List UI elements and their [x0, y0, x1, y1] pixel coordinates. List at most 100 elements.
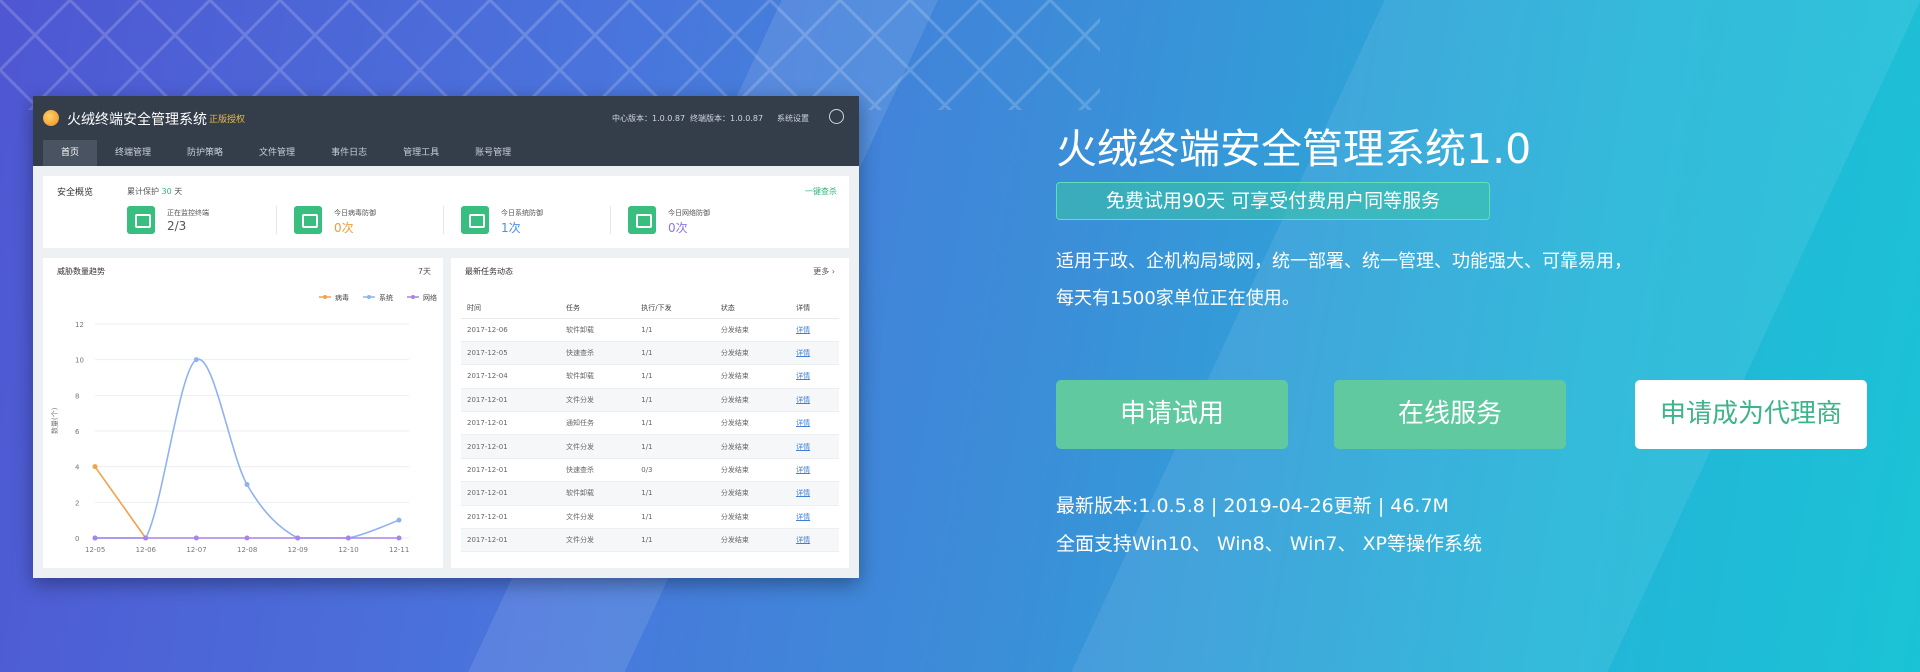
- table-cell: 1/1: [635, 528, 715, 553]
- table-cell: 软件卸载: [560, 364, 636, 389]
- detail-link[interactable]: 详情: [790, 434, 839, 459]
- table-cell: 软件卸载: [560, 481, 636, 506]
- data-point: [396, 535, 402, 541]
- table-cell: 2017-12-01: [461, 505, 561, 530]
- nav-endpoints[interactable]: 终端管理: [97, 140, 169, 166]
- data-point: [244, 482, 250, 487]
- legend-label: 系统: [379, 293, 393, 302]
- table-cell: 2017-12-04: [461, 364, 561, 389]
- detail-link[interactable]: 详情: [790, 341, 839, 366]
- column-header: 任务: [560, 298, 636, 319]
- x-tick-label: 12-07: [186, 546, 206, 554]
- table-cell: 1/1: [635, 505, 715, 530]
- nav-policy[interactable]: 防护策略: [169, 140, 241, 166]
- product-description-line2: 每天有1500家单位正在使用。: [1056, 288, 1300, 309]
- windows-icon: [461, 206, 489, 234]
- table-row: 2017-12-01 文件分发 1/1 分发结束 详情: [461, 505, 839, 530]
- more-link[interactable]: 更多 ›: [813, 266, 835, 277]
- data-point: [193, 535, 199, 541]
- detail-link[interactable]: 详情: [790, 388, 839, 413]
- threat-trend-panel: 威胁数量趋势 7天 0 2 4 6 8 10 12 12-05 12-06 12-07 12-08 1…: [43, 258, 443, 568]
- series-line: [95, 358, 400, 539]
- detail-link[interactable]: 详情: [790, 458, 839, 483]
- x-tick-label: 12-11: [389, 546, 409, 554]
- quick-scan-link[interactable]: 一键查杀: [805, 186, 837, 197]
- protection-days: 累计保护 30 天: [127, 187, 183, 196]
- table-cell: 2017-12-01: [461, 388, 561, 413]
- legend-label: 病毒: [335, 293, 349, 302]
- os-support-info: 全面支持Win10、 Win8、 Win7、 XP等操作系统: [1056, 533, 1483, 555]
- table-cell: 通知任务: [560, 411, 636, 436]
- detail-link[interactable]: 详情: [790, 364, 839, 389]
- divider: [610, 206, 611, 234]
- task-table: 时间 任务 执行/下发 状态 详情 2017-12-06 软件卸载 1/1 分发结束 详情 201…: [461, 298, 839, 553]
- table-cell: 1/1: [635, 341, 715, 366]
- data-point: [143, 535, 149, 541]
- table-row: 2017-12-01 快速查杀 0/3 分发结束 详情: [461, 458, 839, 483]
- apply-trial-button[interactable]: 申请试用: [1056, 380, 1288, 449]
- version-info: 最新版本:1.0.5.8 | 2019-04-26更新 | 46.7M: [1056, 495, 1449, 517]
- nav-accounts[interactable]: 账号管理: [457, 140, 529, 166]
- product-screenshot: 火绒终端安全管理系统 正版授权 中心版本：1.0.0.87 终端版本：1.0.0…: [33, 96, 859, 578]
- security-overview-title: 安全概览: [57, 188, 94, 198]
- table-row: 2017-12-05 快速查杀 1/1 分发结束 详情: [461, 341, 839, 366]
- table-cell: 文件分发: [560, 505, 636, 530]
- license-badge: 正版授权: [209, 115, 246, 125]
- table-cell: 2017-12-01: [461, 481, 561, 506]
- data-point: [396, 517, 402, 523]
- table-cell: 软件卸载: [560, 318, 636, 342]
- task-panel: 最新任务动态 更多 › 时间 任务 执行/下发 状态 详情 2017-12-06 软件卸载…: [451, 258, 849, 568]
- table-cell: 2017-12-01: [461, 434, 561, 459]
- y-tick-label: 2: [75, 499, 79, 507]
- column-header: 时间: [461, 298, 561, 319]
- table-cell: 1/1: [635, 318, 715, 342]
- globe-icon: [628, 206, 656, 234]
- nav-home[interactable]: 首页: [43, 140, 98, 166]
- data-point: [193, 357, 199, 363]
- legend-marker: [323, 295, 327, 299]
- nav-logs[interactable]: 事件日志: [313, 140, 385, 166]
- app-header: 火绒终端安全管理系统 正版授权 中心版本：1.0.0.87 终端版本：1.0.0…: [33, 96, 859, 166]
- nav-files[interactable]: 文件管理: [241, 140, 313, 166]
- table-cell: 文件分发: [560, 528, 636, 553]
- y-axis-label: 数量(个): [50, 407, 59, 434]
- user-avatar-icon[interactable]: [829, 109, 844, 124]
- detail-link[interactable]: 详情: [790, 318, 839, 342]
- table-cell: 1/1: [635, 434, 715, 459]
- table-cell: 快速查杀: [560, 458, 636, 483]
- become-agent-button[interactable]: 申请成为代理商: [1635, 380, 1867, 449]
- table-cell: 2017-12-01: [461, 458, 561, 483]
- app-logo-icon: [43, 110, 59, 126]
- range-selector[interactable]: 7天: [418, 266, 431, 277]
- product-title: 火绒终端安全管理系统1.0: [1056, 125, 1532, 173]
- center-version: 中心版本：1.0.0.87: [612, 114, 686, 123]
- system-settings-link[interactable]: 系统设置: [777, 113, 809, 124]
- table-cell: 分发结束: [714, 388, 791, 413]
- table-cell: 分发结束: [714, 364, 791, 389]
- y-tick-label: 12: [75, 321, 84, 329]
- table-row: 2017-12-01 软件卸载 1/1 分发结束 详情: [461, 481, 839, 506]
- endpoint-version: 终端版本：1.0.0.87: [690, 114, 764, 123]
- table-cell: 分发结束: [714, 341, 791, 366]
- table-cell: 分发结束: [714, 458, 791, 483]
- detail-link[interactable]: 详情: [790, 528, 839, 553]
- x-tick-label: 12-10: [338, 546, 358, 554]
- x-tick-label: 12-05: [85, 546, 105, 554]
- table-row: 2017-12-01 通知任务 1/1 分发结束 详情: [461, 411, 839, 436]
- detail-link[interactable]: 详情: [790, 505, 839, 530]
- y-tick-label: 4: [75, 464, 80, 472]
- y-tick-label: 6: [75, 428, 80, 436]
- nav-tools[interactable]: 管理工具: [385, 140, 457, 166]
- table-cell: 分发结束: [714, 434, 791, 459]
- table-cell: 2017-12-01: [461, 411, 561, 436]
- data-point: [345, 535, 351, 541]
- x-tick-label: 12-06: [136, 546, 157, 554]
- legend-marker: [367, 295, 371, 299]
- table-cell: 分发结束: [714, 505, 791, 530]
- detail-link[interactable]: 详情: [790, 411, 839, 436]
- data-point: [92, 464, 98, 470]
- detail-link[interactable]: 详情: [790, 481, 839, 506]
- table-cell: 2017-12-01: [461, 528, 561, 553]
- online-service-button[interactable]: 在线服务: [1334, 380, 1566, 449]
- table-cell: 分发结束: [714, 411, 791, 436]
